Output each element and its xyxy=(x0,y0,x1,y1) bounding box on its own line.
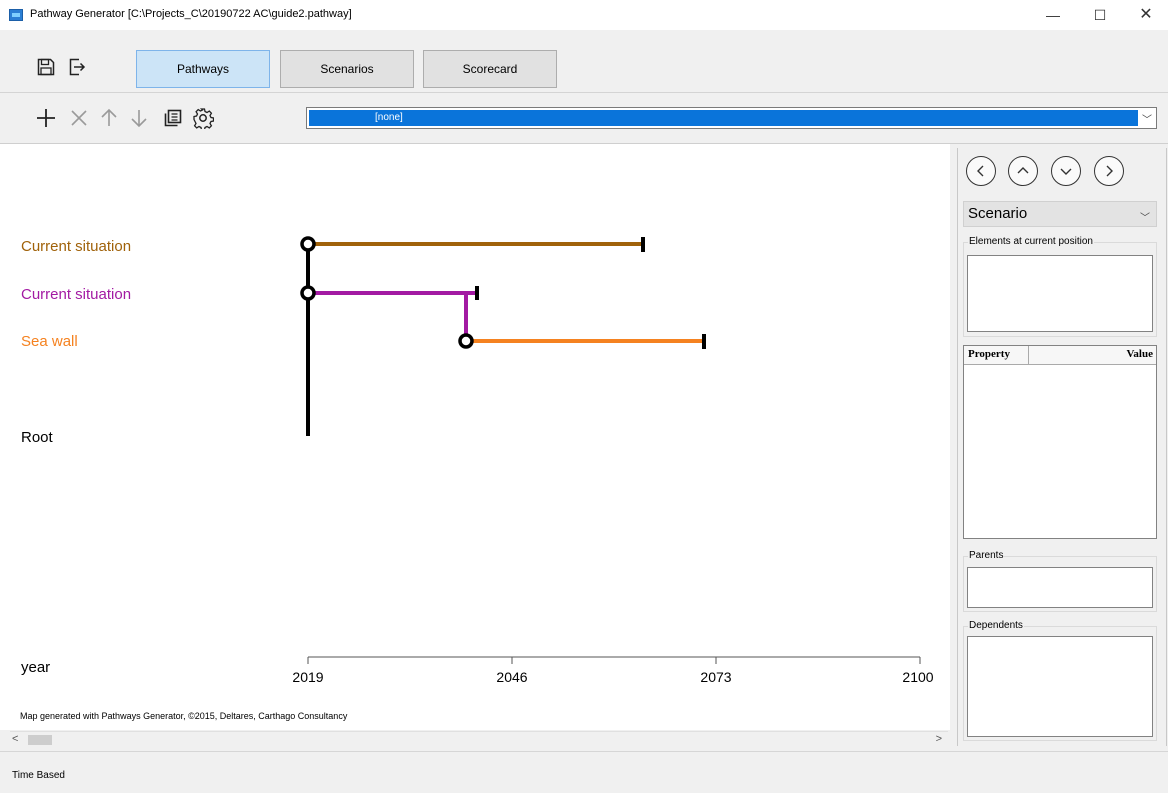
window-title: Pathway Generator [C:\Projects_C\2019072… xyxy=(30,8,352,20)
chevron-down-icon: ﹀ xyxy=(1140,213,1150,224)
pathway-node[interactable] xyxy=(300,285,316,301)
parents-group: Parents xyxy=(963,550,1157,612)
right-circle-icon[interactable] xyxy=(1094,156,1124,186)
elements-group: Elements at current position xyxy=(963,236,1157,337)
pathway-select-value: [none] xyxy=(309,110,1138,126)
column-divider xyxy=(1028,346,1029,364)
tab-pathways[interactable]: Pathways xyxy=(136,50,270,88)
property-grid-header: Property Value xyxy=(964,346,1156,365)
up-circle-icon[interactable] xyxy=(1008,156,1038,186)
properties-panel: Scenario ﹀ Elements at current position … xyxy=(957,148,1167,746)
status-mode: Time Based xyxy=(12,770,65,781)
left-circle-icon[interactable] xyxy=(966,156,996,186)
pathway-node[interactable] xyxy=(300,236,316,252)
close-button[interactable]: ✕ xyxy=(1123,0,1168,30)
x-tick-label: 2019 xyxy=(292,669,324,685)
settings-icon[interactable] xyxy=(191,106,215,130)
title-bar: Pathway Generator [C:\Projects_C\2019072… xyxy=(0,0,1168,30)
maximize-button[interactable]: ☐ xyxy=(1077,0,1123,30)
row-label-current-situation-2: Current situation xyxy=(21,286,132,303)
property-column-header[interactable]: Property xyxy=(968,348,1010,360)
value-column-header[interactable]: Value xyxy=(1127,348,1154,360)
x-axis-label: year xyxy=(21,659,51,676)
property-grid[interactable]: Property Value xyxy=(963,345,1157,539)
main-toolbar: Pathways Scenarios Scorecard xyxy=(0,30,1168,93)
minimize-button[interactable]: — xyxy=(1030,0,1076,30)
pathway-map[interactable]: Current situation Current situation Sea … xyxy=(0,144,950,730)
pathway-node[interactable] xyxy=(458,333,474,349)
x-tick-label: 2100 xyxy=(902,669,934,685)
export-icon[interactable] xyxy=(66,56,88,78)
row-label-root: Root xyxy=(21,429,53,446)
parents-group-label: Parents xyxy=(968,550,1005,561)
scenario-select[interactable]: Scenario ﹀ xyxy=(963,201,1157,227)
delete-icon[interactable] xyxy=(67,106,91,130)
tab-scorecard[interactable]: Scorecard xyxy=(423,50,557,88)
scenario-select-value: Scenario xyxy=(968,205,1028,222)
dependents-list[interactable] xyxy=(967,636,1153,737)
dependents-group: Dependents xyxy=(963,620,1157,741)
scroll-right-icon[interactable]: > xyxy=(936,733,942,745)
add-icon[interactable] xyxy=(34,106,58,130)
app-icon xyxy=(9,9,23,21)
pathway-select[interactable]: [none] ﹀ xyxy=(306,107,1157,129)
scroll-left-icon[interactable]: < xyxy=(12,733,18,745)
tab-scenarios[interactable]: Scenarios xyxy=(280,50,414,88)
move-down-icon[interactable] xyxy=(127,106,151,130)
down-circle-icon[interactable] xyxy=(1051,156,1081,186)
x-tick-label: 2046 xyxy=(496,669,528,685)
dependents-group-label: Dependents xyxy=(968,620,1024,631)
elements-group-label: Elements at current position xyxy=(968,236,1094,247)
move-up-icon[interactable] xyxy=(97,106,121,130)
map-credit: Map generated with Pathways Generator, ©… xyxy=(20,711,348,721)
horizontal-scrollbar[interactable]: < > xyxy=(10,731,948,748)
parents-list[interactable] xyxy=(967,567,1153,608)
pathway-toolbar: [none] ﹀ xyxy=(0,93,1168,144)
status-bar: Time Based xyxy=(0,751,1168,793)
row-label-current-situation-1: Current situation xyxy=(21,238,132,255)
row-label-sea-wall: Sea wall xyxy=(21,333,78,350)
chevron-down-icon: ﹀ xyxy=(1142,115,1152,126)
pathway-map-canvas xyxy=(300,236,921,664)
scrollbar-thumb[interactable] xyxy=(28,735,52,745)
elements-list[interactable] xyxy=(967,255,1153,332)
copy-icon[interactable] xyxy=(161,106,185,130)
x-tick-label: 2073 xyxy=(700,669,732,685)
save-icon[interactable] xyxy=(35,56,57,78)
